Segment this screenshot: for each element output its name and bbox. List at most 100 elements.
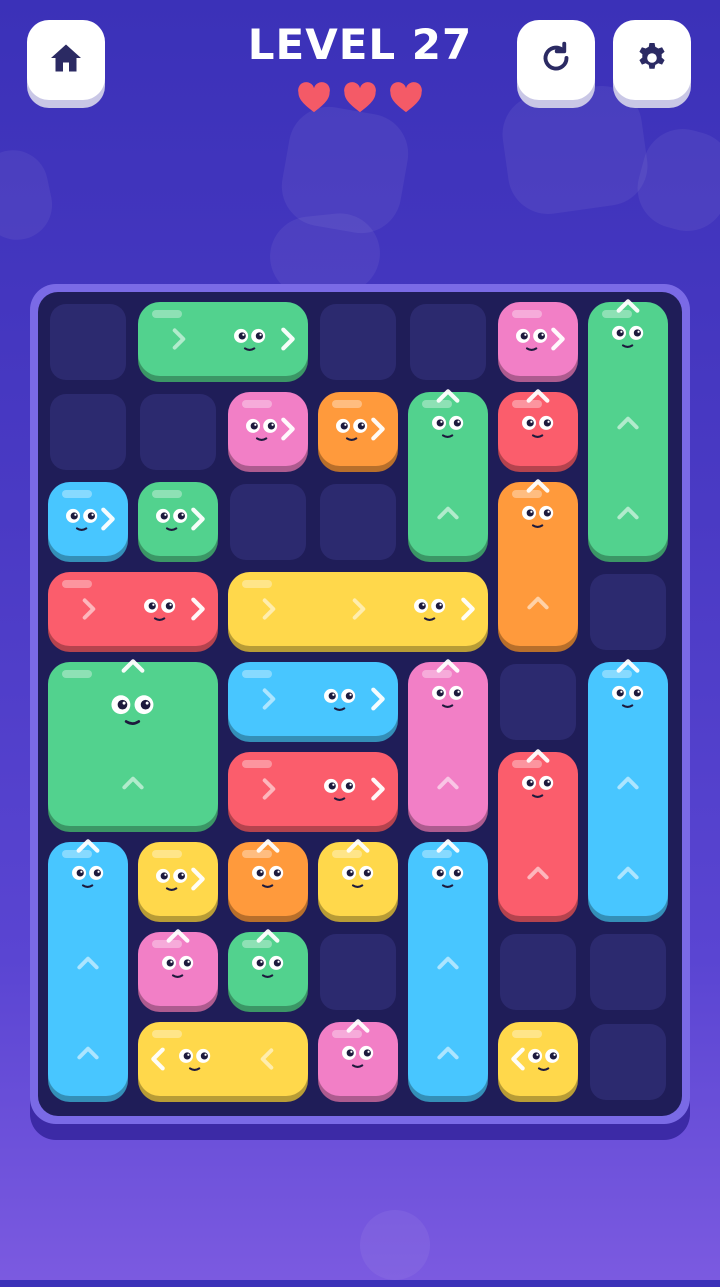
yellow-block[interactable] — [138, 1022, 308, 1096]
direction-arrow-icon — [435, 500, 461, 530]
yellow-block[interactable] — [228, 572, 488, 646]
direction-arrow-icon — [184, 505, 212, 537]
direction-arrow-icon — [166, 326, 192, 356]
direction-arrow-icon — [254, 832, 282, 864]
empty-cell — [230, 484, 306, 560]
settings-button[interactable] — [613, 20, 691, 100]
direction-arrow-icon — [435, 770, 461, 800]
empty-cell — [320, 934, 396, 1010]
direction-arrow-icon — [254, 922, 282, 954]
direction-arrow-icon — [614, 652, 642, 684]
red-block[interactable] — [48, 572, 218, 646]
yellow-block[interactable] — [318, 839, 398, 916]
block-face — [227, 325, 274, 360]
orange-block[interactable] — [498, 479, 578, 646]
direction-arrow-icon — [344, 1012, 372, 1044]
yellow-block[interactable] — [498, 1022, 578, 1096]
orange-block[interactable] — [318, 392, 398, 466]
green-block[interactable] — [588, 299, 668, 556]
direction-arrow-icon — [364, 415, 392, 447]
pink-block[interactable] — [408, 659, 488, 826]
heart-icon — [390, 82, 422, 113]
block-face — [425, 682, 472, 717]
direction-arrow-icon — [615, 410, 641, 440]
direction-arrow-icon — [435, 1040, 461, 1070]
blue-block[interactable] — [588, 659, 668, 916]
direction-arrow-icon — [434, 382, 462, 414]
yellow-block[interactable] — [138, 842, 218, 916]
block-face — [65, 862, 112, 897]
block-face — [245, 952, 292, 987]
direction-arrow-icon — [184, 595, 212, 627]
lives-hearts — [0, 82, 720, 114]
block-face — [407, 595, 454, 630]
green-block[interactable] — [138, 482, 218, 556]
orange-block[interactable] — [228, 839, 308, 916]
empty-cell — [500, 664, 576, 740]
block-face — [155, 952, 202, 987]
direction-arrow-icon — [364, 685, 392, 717]
restart-button[interactable] — [517, 20, 595, 100]
direction-arrow-icon — [504, 1045, 532, 1077]
board-grid — [38, 292, 682, 1116]
pink-block[interactable] — [318, 1019, 398, 1096]
gear-icon — [634, 40, 670, 80]
blue-block[interactable] — [48, 839, 128, 1096]
block-face — [605, 322, 652, 357]
pink-block[interactable] — [138, 929, 218, 1006]
pink-block[interactable] — [228, 392, 308, 466]
empty-cell — [410, 304, 486, 380]
empty-cell — [590, 1024, 666, 1100]
green-block[interactable] — [138, 302, 308, 376]
block-face — [245, 862, 292, 897]
empty-cell — [590, 934, 666, 1010]
direction-arrow-icon — [364, 775, 392, 807]
block-face — [137, 595, 184, 630]
direction-arrow-icon — [256, 596, 282, 626]
direction-arrow-icon — [184, 865, 212, 897]
direction-arrow-icon — [525, 590, 551, 620]
direction-arrow-icon — [119, 652, 147, 684]
direction-arrow-icon — [544, 325, 572, 357]
blue-block[interactable] — [228, 662, 398, 736]
direction-arrow-icon — [524, 472, 552, 504]
direction-arrow-icon — [434, 652, 462, 684]
direction-arrow-icon — [615, 860, 641, 890]
direction-arrow-icon — [94, 505, 122, 537]
block-face — [335, 862, 382, 897]
blue-block[interactable] — [48, 482, 128, 556]
direction-arrow-icon — [254, 1046, 280, 1076]
direction-arrow-icon — [256, 686, 282, 716]
block-face — [515, 772, 562, 807]
direction-arrow-icon — [525, 860, 551, 890]
direction-arrow-icon — [435, 950, 461, 980]
empty-cell — [50, 394, 126, 470]
direction-arrow-icon — [524, 742, 552, 774]
direction-arrow-icon — [144, 1045, 172, 1077]
empty-cell — [590, 574, 666, 650]
block-face — [515, 502, 562, 537]
green-block[interactable] — [228, 929, 308, 1006]
red-block[interactable] — [228, 752, 398, 826]
direction-arrow-icon — [434, 832, 462, 864]
direction-arrow-icon — [524, 382, 552, 414]
direction-arrow-icon — [256, 776, 282, 806]
heart-icon — [344, 82, 376, 113]
block-face — [425, 412, 472, 447]
block-face — [317, 685, 364, 720]
green-block[interactable] — [408, 389, 488, 556]
game-board — [30, 284, 690, 1124]
red-block[interactable] — [498, 749, 578, 916]
blue-block[interactable] — [408, 839, 488, 1096]
block-face — [335, 1042, 382, 1077]
pink-block[interactable] — [498, 302, 578, 376]
direction-arrow-icon — [274, 325, 302, 357]
block-face — [425, 862, 472, 897]
direction-arrow-icon — [74, 832, 102, 864]
direction-arrow-icon — [274, 415, 302, 447]
green-block[interactable] — [48, 659, 218, 826]
red-block[interactable] — [498, 389, 578, 466]
block-face — [317, 775, 364, 810]
direction-arrow-icon — [76, 596, 102, 626]
direction-arrow-icon — [615, 500, 641, 530]
